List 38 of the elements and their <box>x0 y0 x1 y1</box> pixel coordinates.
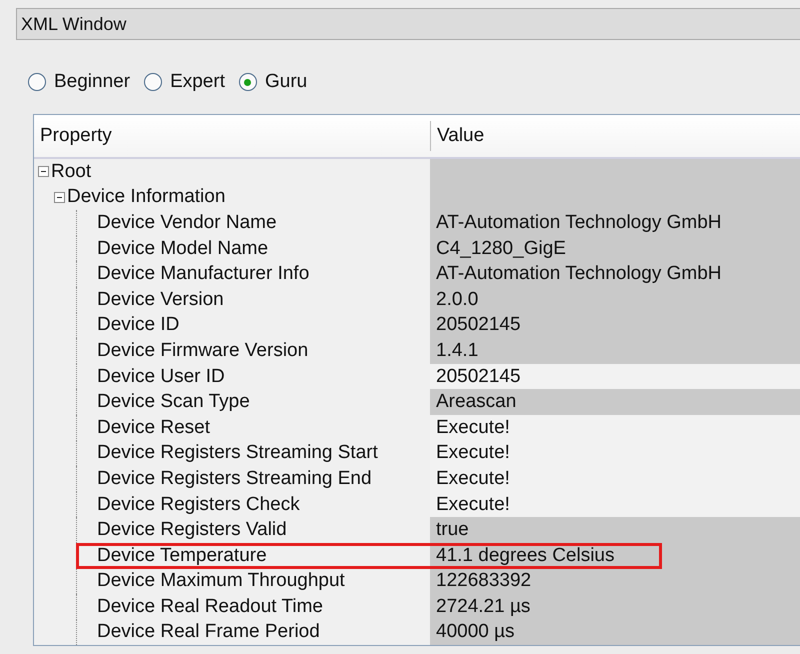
property-name: Device Registers Streaming End <box>97 468 372 490</box>
property-name: Device Scan Type <box>97 391 250 414</box>
property-name: Device Real Readout Time <box>97 596 323 618</box>
property-name: Device Information <box>67 186 226 208</box>
expander-icon[interactable] <box>38 166 49 178</box>
property-name: Device Vendor Name <box>97 212 277 234</box>
mode-radio[interactable]: Expert <box>144 71 225 93</box>
property-name: Device Real Frame Period <box>97 621 320 644</box>
property-name: Root <box>51 160 92 183</box>
property-name: Device Registers Valid <box>97 519 287 542</box>
value-cell: AT-Automation Technology GmbH <box>430 210 800 236</box>
property-name: Device Reset <box>97 416 210 439</box>
mode-radio[interactable]: Beginner <box>28 71 130 93</box>
column-header[interactable]: Value <box>430 121 800 151</box>
property-name: Device User ID <box>97 366 225 388</box>
property-name: Device Version <box>97 288 224 311</box>
column-header[interactable]: Property <box>34 115 430 157</box>
value-cell: Areascan <box>430 389 800 415</box>
value-cell: AT-Automation Technology GmbH <box>430 261 800 287</box>
value-cell: 40000 µs <box>430 620 800 646</box>
mode-radio[interactable]: Guru <box>238 71 308 93</box>
value-cell: 2.0.0 <box>430 286 800 313</box>
window-title: XML Window <box>21 14 126 34</box>
property-name: Device Temperature <box>97 544 267 567</box>
property-name: Device Manufacturer Info <box>97 263 310 286</box>
property-name: Device Registers Check <box>97 494 300 516</box>
property-name: Device Firmware Version <box>97 340 308 362</box>
property-name: Device ID <box>97 314 180 336</box>
value-cell: 20502145 <box>430 312 800 338</box>
property-name: Device Registers Streaming Start <box>97 442 378 464</box>
property-name: Device Maximum Throughput <box>97 570 345 592</box>
value-cell: 2724.21 µs <box>430 594 800 620</box>
value-cell: true <box>430 517 800 543</box>
value-cell: 122683392 <box>430 568 800 594</box>
value-cell: C4_1280_GigE <box>430 236 800 262</box>
property-name: Device Model Name <box>97 238 268 260</box>
value-cell: 1.4.1 <box>430 338 800 364</box>
expander-icon[interactable] <box>54 192 65 203</box>
